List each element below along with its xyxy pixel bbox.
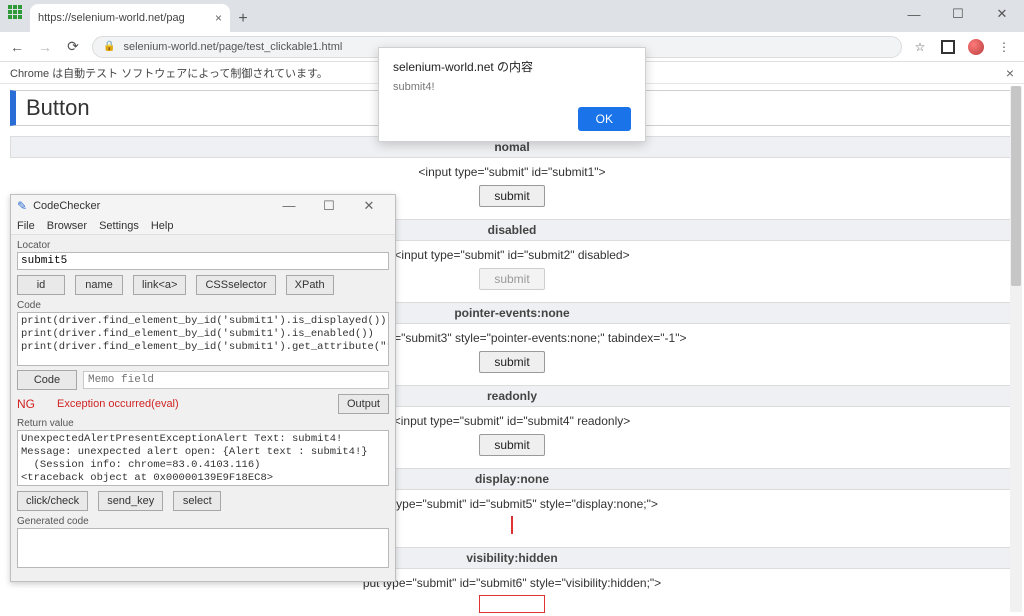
submit6-hidden-marker	[479, 595, 545, 613]
cc-select-button[interactable]: select	[173, 491, 221, 511]
cc-return-textarea[interactable]: UnexpectedAlertPresentExceptionAlert Tex…	[17, 430, 389, 486]
js-alert-dialog: selenium-world.net の内容 submit4! OK	[378, 47, 646, 142]
chrome-menu-icon[interactable]: ⋮	[996, 39, 1012, 55]
cc-maximize-icon[interactable]: ☐	[309, 198, 349, 214]
scrollbar-thumb[interactable]	[1011, 86, 1021, 286]
alert-ok-button[interactable]: OK	[578, 107, 631, 131]
cc-code-textarea[interactable]: print(driver.find_element_by_id('submit1…	[17, 312, 389, 366]
cc-ng-status: NG	[17, 397, 51, 411]
cc-css-button[interactable]: CSSselector	[196, 275, 275, 295]
codechecker-window: ✎ CodeChecker — ☐ ✕ File Browser Setting…	[10, 194, 396, 582]
page-scrollbar[interactable]	[1010, 86, 1022, 612]
cc-generated-textarea[interactable]	[17, 528, 389, 568]
bookmark-star-icon[interactable]: ☆	[912, 39, 928, 55]
cc-output-button[interactable]: Output	[338, 394, 389, 414]
submit4-button[interactable]: submit	[479, 434, 544, 456]
submit3-button: submit	[479, 351, 544, 373]
cc-id-button[interactable]: id	[17, 275, 65, 295]
cc-return-label: Return value	[17, 418, 389, 429]
cc-menubar: File Browser Settings Help	[11, 217, 395, 235]
cc-locator-input[interactable]	[17, 252, 389, 270]
cc-menu-browser[interactable]: Browser	[47, 220, 87, 232]
alert-title: selenium-world.net の内容	[393, 58, 631, 75]
window-maximize-icon[interactable]: ☐	[936, 0, 980, 28]
cc-run-code-button[interactable]: Code	[17, 370, 77, 390]
url-text: selenium-world.net/page/test_clickable1.…	[123, 41, 342, 53]
cc-title-text: CodeChecker	[33, 200, 100, 212]
reload-button[interactable]: ⟳	[64, 38, 82, 55]
submit2-button: submit	[479, 268, 544, 290]
alert-message: submit4!	[393, 81, 631, 93]
cc-locator-label: Locator	[17, 240, 389, 251]
cc-menu-help[interactable]: Help	[151, 220, 174, 232]
cc-sendkey-button[interactable]: send_key	[98, 491, 163, 511]
tab-close-icon[interactable]: ×	[215, 11, 222, 25]
lock-icon: 🔒	[103, 41, 115, 52]
tab-title: https://selenium-world.net/pag	[38, 12, 185, 24]
cc-code-label: Code	[17, 300, 389, 311]
browser-tabstrip: https://selenium-world.net/pag × + — ☐ ✕	[0, 0, 1024, 32]
infobar-text: Chrome は自動テスト ソフトウェアによって制御されています。	[10, 65, 328, 81]
window-controls: — ☐ ✕	[892, 0, 1024, 28]
cc-app-icon: ✎	[17, 199, 27, 213]
cc-titlebar[interactable]: ✎ CodeChecker — ☐ ✕	[11, 195, 395, 217]
profile-avatar-icon[interactable]	[968, 39, 984, 55]
new-tab-button[interactable]: +	[230, 6, 256, 32]
code-normal: <input type="submit" id="submit1">	[10, 162, 1014, 182]
cc-exception-text: Exception occurred(eval)	[57, 398, 179, 410]
cc-xpath-button[interactable]: XPath	[286, 275, 334, 295]
extension-icon[interactable]	[940, 39, 956, 55]
cc-menu-file[interactable]: File	[17, 220, 35, 232]
cc-menu-settings[interactable]: Settings	[99, 220, 139, 232]
window-favicon	[8, 5, 22, 19]
window-close-icon[interactable]: ✕	[980, 0, 1024, 28]
cc-name-button[interactable]: name	[75, 275, 123, 295]
submit1-button[interactable]: submit	[479, 185, 544, 207]
cc-memo-input[interactable]	[83, 371, 389, 389]
cc-generated-label: Generated code	[17, 516, 389, 527]
window-minimize-icon[interactable]: —	[892, 0, 936, 28]
infobar-close-icon[interactable]: ×	[1006, 65, 1014, 81]
cc-click-button[interactable]: click/check	[17, 491, 88, 511]
back-button[interactable]: ←	[8, 39, 26, 55]
submit5-hidden-marker	[511, 516, 513, 534]
cc-close-icon[interactable]: ✕	[349, 198, 389, 214]
cc-linka-button[interactable]: link<a>	[133, 275, 186, 295]
cc-minimize-icon[interactable]: —	[269, 198, 309, 214]
forward-button[interactable]: →	[36, 39, 54, 55]
browser-tab[interactable]: https://selenium-world.net/pag ×	[30, 4, 230, 32]
